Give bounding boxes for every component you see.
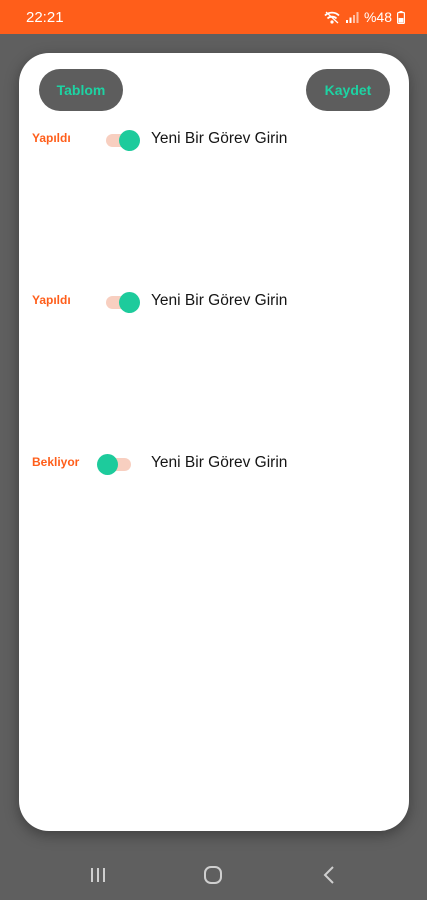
clock: 22:21 [26,8,64,26]
switch-thumb [119,292,140,313]
task-row: Yapıldı Yeni Bir Görev Girin [19,286,409,316]
table-button[interactable]: Tablom [39,69,123,111]
task-text[interactable]: Yeni Bir Görev Girin [151,130,287,148]
task-text[interactable]: Yeni Bir Görev Girin [151,454,287,472]
battery-icon [397,10,405,24]
back-icon[interactable] [309,855,349,895]
task-status-label: Yapıldı [32,131,71,145]
status-bar: 22:21 %48 [0,0,427,34]
battery-text: %48 [363,9,392,25]
task-status-label: Yapıldı [32,293,71,307]
save-button[interactable]: Kaydet [306,69,390,111]
home-icon[interactable] [193,855,233,895]
switch-thumb [119,130,140,151]
task-done-switch[interactable] [97,453,133,475]
signal-icon [345,11,359,24]
navigation-bar [0,850,427,900]
task-status-label: Bekliyor [32,455,80,469]
status-icons: %48 [324,9,405,25]
task-row: Yapıldı Yeni Bir Görev Girin [19,124,409,154]
task-row: Bekliyor Yeni Bir Görev Girin [19,448,409,478]
wifi-icon [324,11,340,24]
task-done-switch[interactable] [104,129,140,151]
task-done-switch[interactable] [104,291,140,313]
switch-thumb [97,454,118,475]
recent-apps-icon[interactable] [78,855,118,895]
task-card: Tablom Kaydet Yapıldı Yeni Bir Görev Gir… [19,53,409,831]
task-text[interactable]: Yeni Bir Görev Girin [151,292,287,310]
